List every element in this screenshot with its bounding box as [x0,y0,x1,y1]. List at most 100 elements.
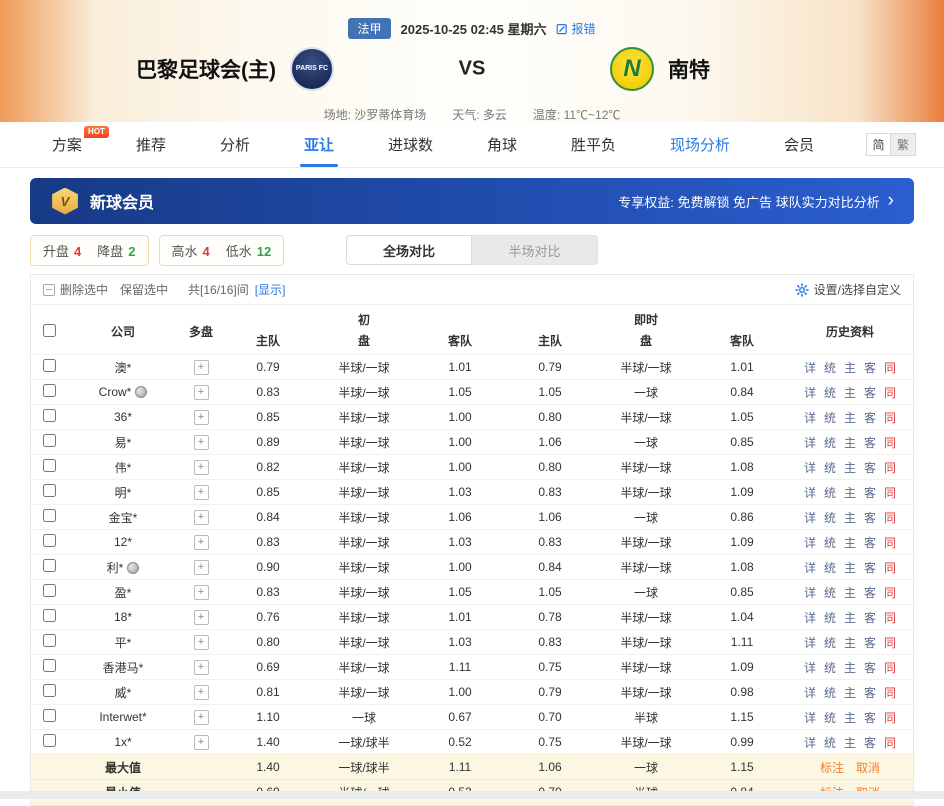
history-link-stats[interactable]: 统 [824,661,836,675]
tab-plans[interactable]: 方案HOT [52,122,82,167]
company-name[interactable]: 利* [107,561,124,575]
history-link-same[interactable]: 同 [884,486,896,500]
history-link-detail[interactable]: 详 [804,461,816,475]
history-link-same[interactable]: 同 [884,436,896,450]
report-error-link[interactable]: 报错 [556,20,595,37]
expand-odds-button[interactable]: + [194,360,209,375]
history-link-detail[interactable]: 详 [804,686,816,700]
history-link-home[interactable]: 主 [844,536,856,550]
history-link-detail[interactable]: 详 [804,386,816,400]
row-checkbox[interactable] [43,459,56,472]
history-link-home[interactable]: 主 [844,586,856,600]
row-checkbox[interactable] [43,359,56,372]
row-checkbox[interactable] [43,684,56,697]
history-link-away[interactable]: 客 [864,461,876,475]
select-all-checkbox[interactable] [43,324,56,337]
history-link-detail[interactable]: 详 [804,611,816,625]
row-checkbox[interactable] [43,434,56,447]
row-checkbox[interactable] [43,609,56,622]
settings-button[interactable]: 设置/选择自定义 [795,281,901,298]
history-link-same[interactable]: 同 [884,736,896,750]
company-name[interactable]: 香港马* [103,661,144,675]
history-link-stats[interactable]: 统 [824,686,836,700]
history-link-home[interactable]: 主 [844,486,856,500]
history-link-stats[interactable]: 统 [824,386,836,400]
company-name[interactable]: 平* [115,636,132,650]
tab-live-analysis[interactable]: 现场分析 [670,122,730,167]
history-link-home[interactable]: 主 [844,611,856,625]
show-link[interactable]: [显示] [255,281,286,298]
history-link-home[interactable]: 主 [844,386,856,400]
history-link-detail[interactable]: 详 [804,636,816,650]
history-link-stats[interactable]: 统 [824,411,836,425]
history-link-detail[interactable]: 详 [804,711,816,725]
expand-odds-button[interactable]: + [194,610,209,625]
history-link-detail[interactable]: 详 [804,736,816,750]
company-name[interactable]: 36* [114,410,132,424]
row-checkbox[interactable] [43,484,56,497]
company-name[interactable]: Interwet* [99,710,146,724]
history-link-home[interactable]: 主 [844,561,856,575]
history-link-same[interactable]: 同 [884,636,896,650]
tab-recommend[interactable]: 推荐 [136,122,166,167]
tab-analysis[interactable]: 分析 [220,122,250,167]
history-link-same[interactable]: 同 [884,536,896,550]
history-link-away[interactable]: 客 [864,661,876,675]
company-name[interactable]: Crow* [99,385,132,399]
row-checkbox[interactable] [43,734,56,747]
mark-link[interactable]: 标注 [820,761,844,775]
history-link-home[interactable]: 主 [844,736,856,750]
history-link-same[interactable]: 同 [884,386,896,400]
expand-odds-button[interactable]: + [194,585,209,600]
history-link-home[interactable]: 主 [844,661,856,675]
row-checkbox[interactable] [43,634,56,647]
company-name[interactable]: 威* [115,686,132,700]
history-link-same[interactable]: 同 [884,661,896,675]
history-link-same[interactable]: 同 [884,511,896,525]
company-name[interactable]: 澳* [115,361,132,375]
history-link-detail[interactable]: 详 [804,536,816,550]
history-link-stats[interactable]: 统 [824,636,836,650]
history-link-same[interactable]: 同 [884,711,896,725]
history-link-away[interactable]: 客 [864,586,876,600]
vip-benefits-link[interactable]: 专享权益: 免费解锁 免广告 球队实力对比分析 › [618,192,894,211]
cancel-link[interactable]: 取消 [856,761,880,775]
history-link-home[interactable]: 主 [844,686,856,700]
history-link-away[interactable]: 客 [864,511,876,525]
expand-odds-button[interactable]: + [194,410,209,425]
row-checkbox[interactable] [43,534,56,547]
expand-odds-button[interactable]: + [194,710,209,725]
history-link-stats[interactable]: 统 [824,461,836,475]
company-name[interactable]: 伟* [115,461,132,475]
history-link-home[interactable]: 主 [844,511,856,525]
history-link-stats[interactable]: 统 [824,561,836,575]
company-name[interactable]: 明* [115,486,132,500]
history-link-away[interactable]: 客 [864,386,876,400]
company-name[interactable]: 盈* [115,586,132,600]
expand-odds-button[interactable]: + [194,535,209,550]
history-link-away[interactable]: 客 [864,486,876,500]
company-name[interactable]: 1x* [114,735,131,749]
history-link-home[interactable]: 主 [844,411,856,425]
history-link-stats[interactable]: 统 [824,711,836,725]
expand-odds-button[interactable]: + [194,385,209,400]
row-checkbox[interactable] [43,559,56,572]
history-link-away[interactable]: 客 [864,611,876,625]
full-match-compare-button[interactable]: 全场对比 [346,235,472,265]
history-link-same[interactable]: 同 [884,411,896,425]
company-name[interactable]: 18* [114,610,132,624]
history-link-home[interactable]: 主 [844,461,856,475]
tab-win-draw-lose[interactable]: 胜平负 [571,122,616,167]
history-link-stats[interactable]: 统 [824,511,836,525]
history-link-same[interactable]: 同 [884,561,896,575]
tab-corners[interactable]: 角球 [487,122,517,167]
row-checkbox[interactable] [43,409,56,422]
history-link-away[interactable]: 客 [864,436,876,450]
history-link-detail[interactable]: 详 [804,436,816,450]
history-link-same[interactable]: 同 [884,686,896,700]
history-link-stats[interactable]: 统 [824,611,836,625]
half-match-compare-button[interactable]: 半场对比 [472,235,598,265]
expand-odds-button[interactable]: + [194,460,209,475]
history-link-away[interactable]: 客 [864,736,876,750]
tab-vip[interactable]: 会员 [784,122,814,167]
